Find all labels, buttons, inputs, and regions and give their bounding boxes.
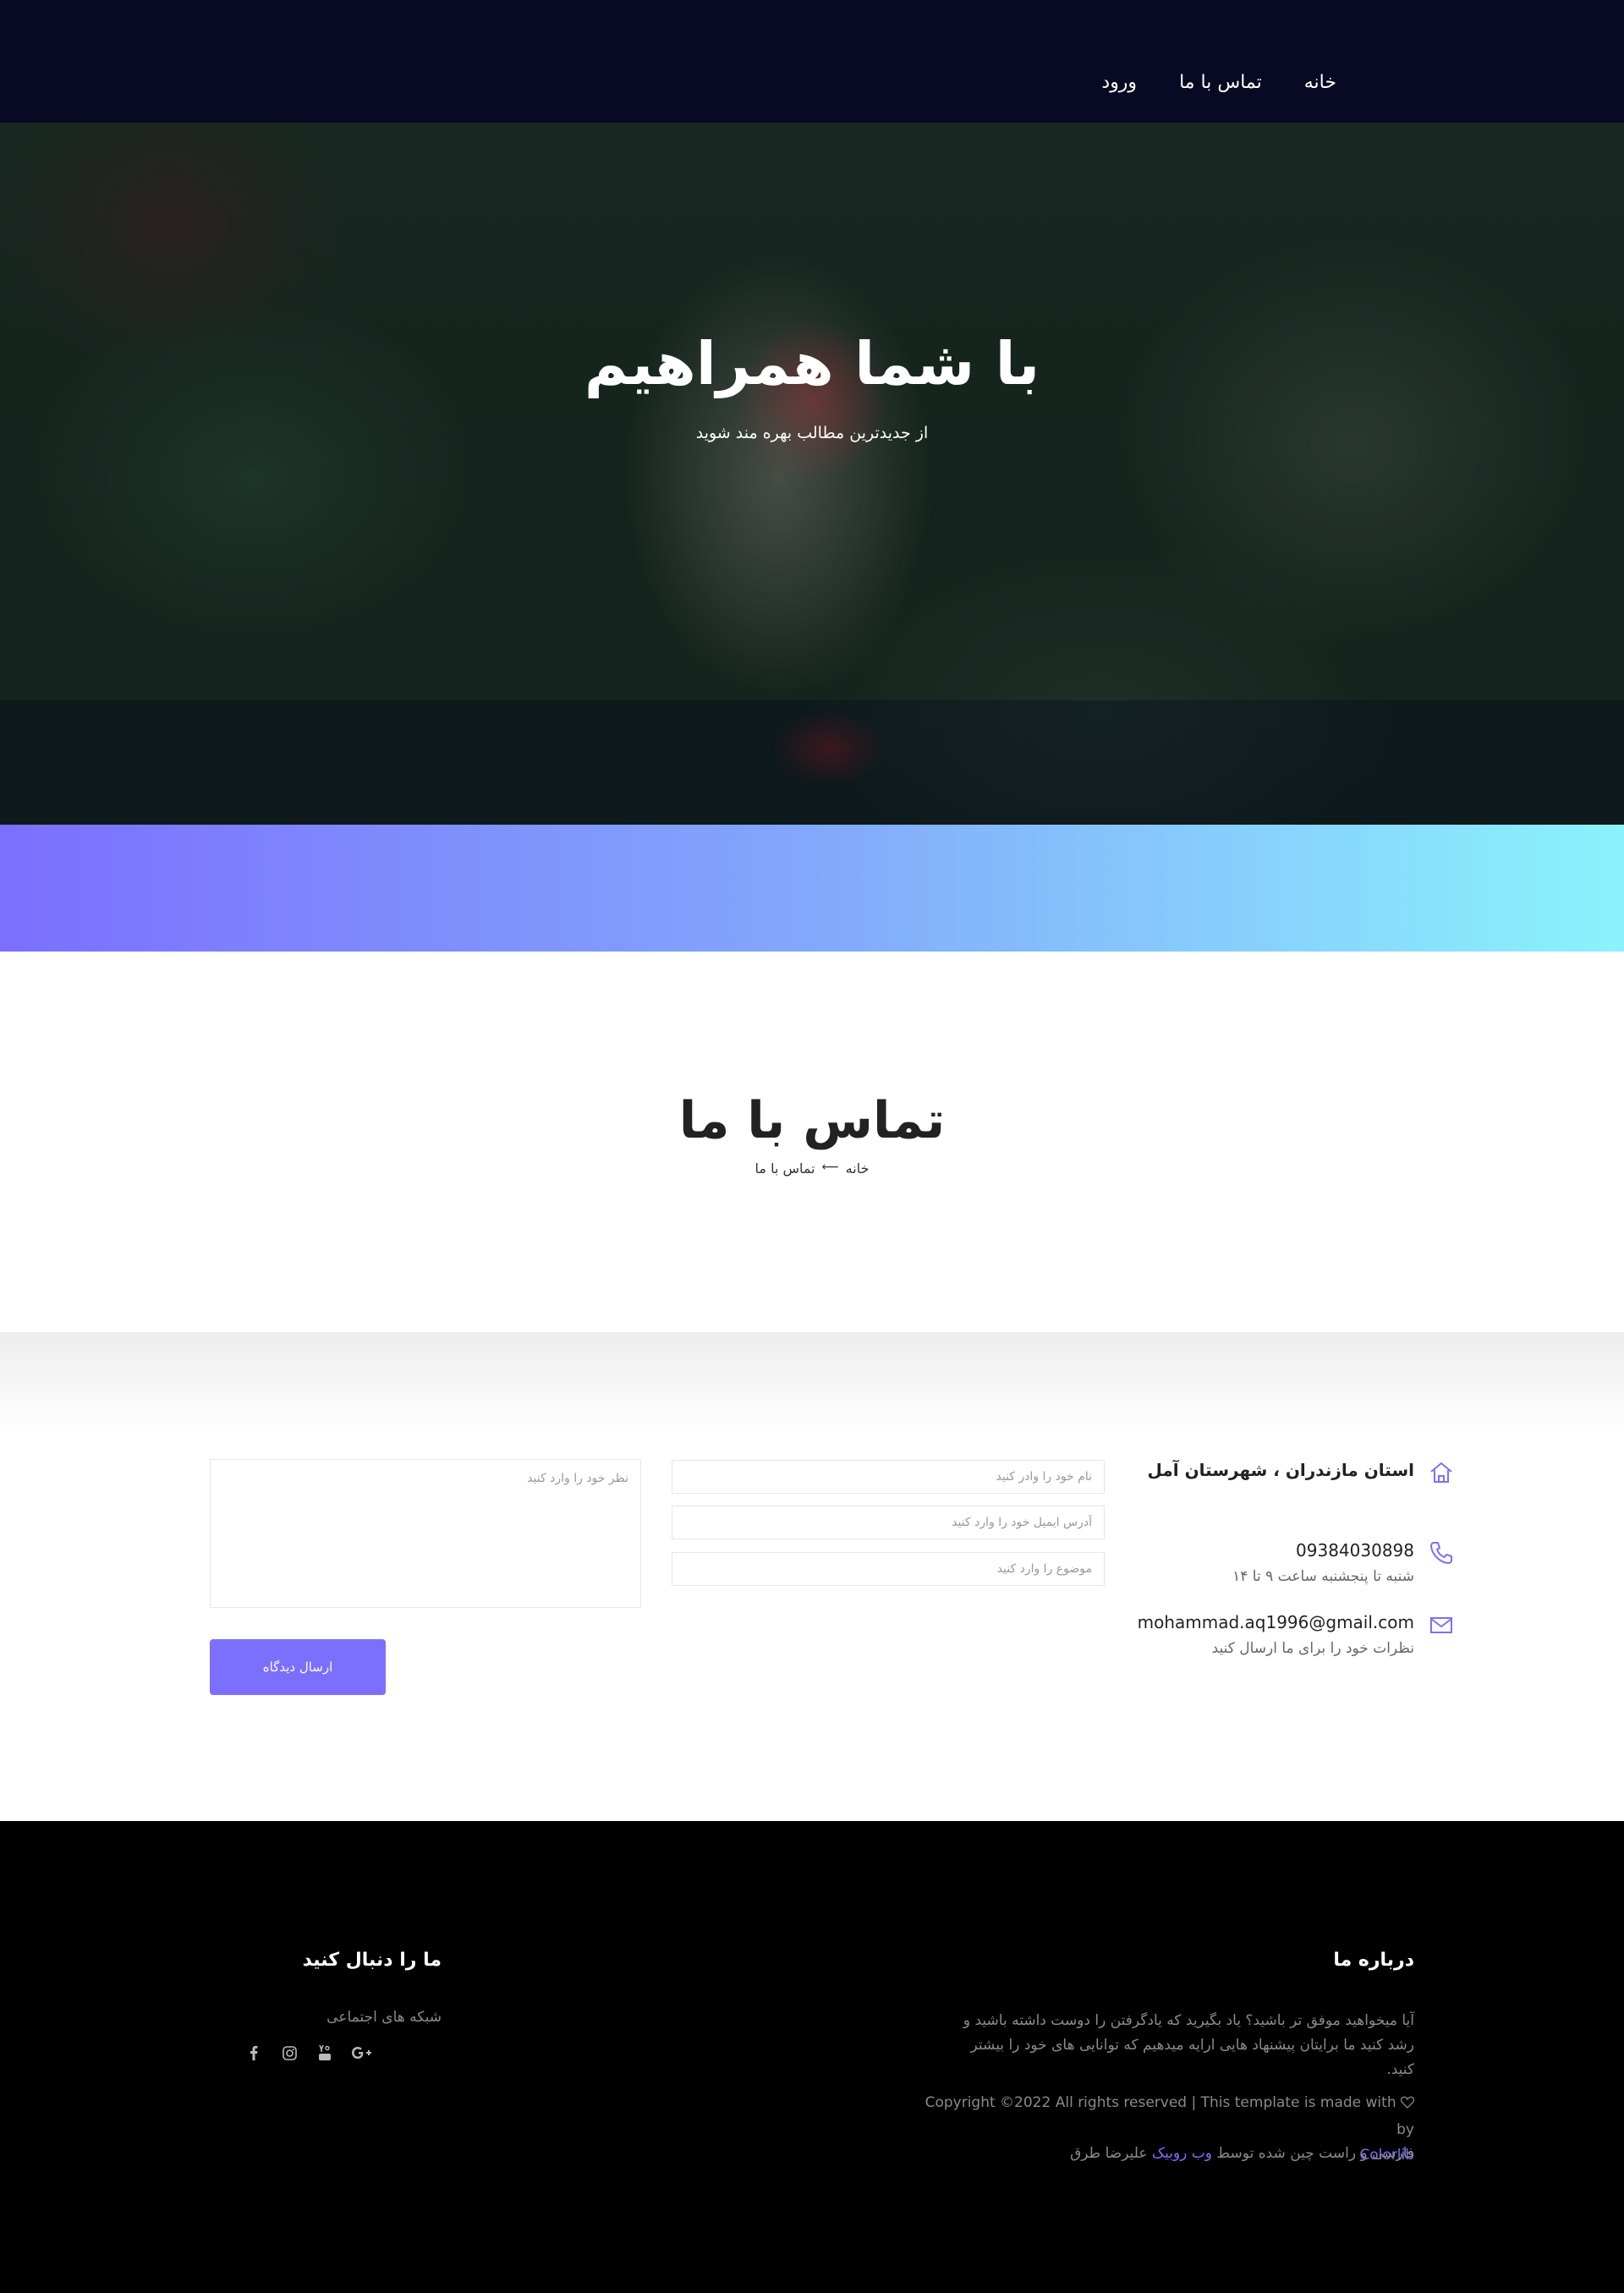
message-textarea[interactable]: نظر خود را وارد کنید [210,1459,641,1608]
subject-input[interactable]: موضوع را وارد کنید [672,1552,1105,1586]
envelope-icon [1428,1611,1455,1638]
youtube-icon[interactable] [316,2044,333,2061]
google-plus-icon[interactable] [352,2044,374,2061]
social-label: شبکه های اجتماعی [326,2009,442,2026]
nav-item-login[interactable]: ورود [1101,68,1137,98]
name-input[interactable]: نام خود را وادر کنید [672,1460,1105,1494]
translation-author: علیرضا طرق [1070,2145,1148,2162]
top-navbar: خانه تماس با ما ورود [0,0,1624,123]
facebook-icon[interactable] [245,2044,262,2061]
footer-about-text: آیا میخواهید موفق تر باشید؟ یاد بگیرید ک… [963,2012,1414,2078]
heart-icon [1400,2092,1415,2117]
section-shadow [0,1332,1624,1434]
footer-about-title: درباره ما [1333,1950,1414,1971]
phone-icon [1428,1539,1455,1566]
copyright-by: by [1396,2121,1414,2138]
social-links [245,2044,374,2061]
footer-follow-title: ما را دنبال کنید [302,1950,442,1971]
nav-item-home[interactable]: خانه [1304,68,1336,98]
hero-subtitle: از جدیدترین مطالب بهره مند شوید [695,424,929,442]
page-title: تماس با ما [678,1091,946,1150]
breadcrumb-current: تماس با ما [754,1160,815,1177]
email-input[interactable]: آدرس ایمیل خود را وارد کنید [672,1506,1105,1539]
email-note: نظرات خود را برای ما ارسال کنید [1211,1640,1414,1657]
footer-translation: فارسی و راست چین شده توسط وب روبیک علیرض… [907,2141,1414,2166]
email-address[interactable]: mohammad.aq1996@gmail.com [991,1610,1414,1635]
nav-item-contact[interactable]: تماس با ما [1179,68,1262,98]
translation-prefix: فارسی و راست چین شده توسط [1216,2145,1414,2162]
webrubik-link[interactable]: وب روبیک [1152,2145,1212,2162]
home-icon [1428,1459,1455,1486]
hero-overlay [0,123,1624,700]
breadcrumb: خانه ⟵ تماس با ما [0,1160,1624,1177]
copyright-text: Copyright ©2022 All rights reserved | Th… [924,2094,1396,2111]
contact-email: mohammad.aq1996@gmail.com نظرات خود را ب… [991,1610,1452,1660]
submit-button[interactable]: ارسال دیدگاه [210,1639,386,1695]
hero-title: با شما همراهیم [584,329,1040,398]
footer: درباره ما آیا میخواهید موفق تر باشید؟ یا… [0,1821,1624,2293]
gradient-band [0,825,1624,952]
arrow-left-icon: ⟵ [821,1160,839,1174]
hero-overlay-lower [0,700,1624,825]
breadcrumb-home[interactable]: خانه [846,1160,870,1177]
nav-menu: خانه تماس با ما ورود [1101,68,1336,98]
hero-banner: با شما همراهیم از جدیدترین مطالب بهره من… [0,123,1624,825]
instagram-icon[interactable] [281,2044,298,2061]
